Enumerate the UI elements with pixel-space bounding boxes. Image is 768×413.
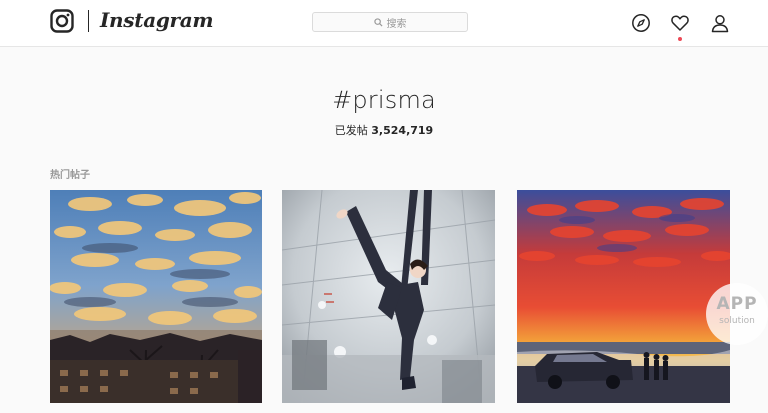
profile-icon[interactable]	[710, 13, 730, 33]
top-navigation-bar: Instagram 搜索	[0, 0, 768, 47]
heart-icon[interactable]	[670, 13, 690, 33]
instagram-logo-icon[interactable]	[50, 9, 74, 33]
compass-icon[interactable]	[631, 13, 651, 33]
post-thumbnail-aerial-dancer[interactable]	[282, 190, 495, 403]
search-box[interactable]: 搜索	[312, 12, 468, 32]
post-count-label: 已发帖	[334, 124, 368, 137]
instagram-wordmark[interactable]: Instagram	[100, 8, 214, 32]
watermark-line-2: solution	[719, 316, 755, 326]
logo-divider	[88, 10, 89, 32]
search-icon	[373, 17, 383, 27]
notification-dot	[678, 37, 682, 41]
app-solution-watermark: APP solution	[706, 283, 768, 345]
top-posts-heading: 热门帖子	[50, 170, 90, 181]
watermark-line-1: APP	[716, 294, 758, 314]
post-count: 已发帖 3,524,719	[0, 122, 768, 138]
hashtag-title: #prisma	[332, 86, 436, 114]
search-placeholder: 搜索	[386, 18, 407, 30]
post-thumbnail-sunset-clouds[interactable]	[50, 190, 262, 403]
post-thumbnail-red-sky-beach[interactable]	[517, 190, 730, 403]
post-count-value: 3,524,719	[371, 124, 434, 137]
